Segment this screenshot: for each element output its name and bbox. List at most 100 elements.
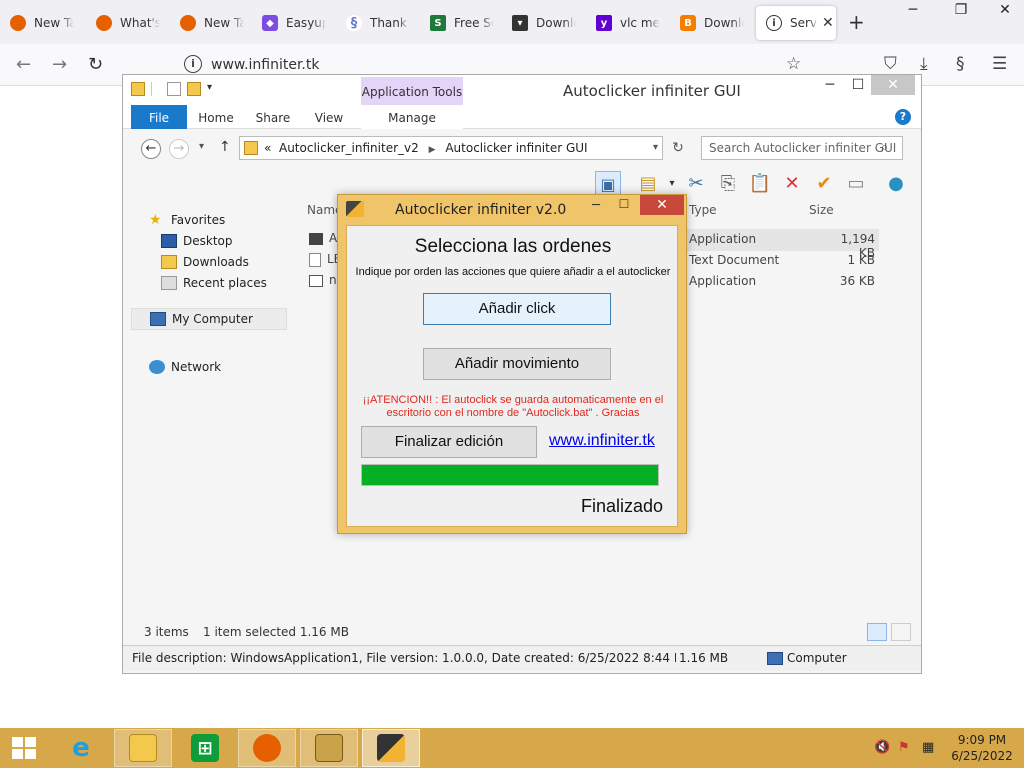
tab-home[interactable]: Home bbox=[195, 105, 237, 129]
checkmark-icon[interactable]: ✔ bbox=[811, 171, 837, 197]
action-center-icon[interactable]: ⚑ bbox=[898, 740, 910, 755]
new-folder-icon[interactable] bbox=[187, 82, 201, 96]
column-type[interactable]: Type bbox=[689, 203, 717, 217]
rename-icon[interactable]: ▭ bbox=[843, 171, 869, 197]
tab-view[interactable]: View bbox=[311, 105, 347, 129]
chevron-right-icon[interactable]: ▶ bbox=[429, 145, 436, 155]
extensions-icon[interactable]: § bbox=[956, 54, 965, 74]
browser-tab-active[interactable]: i Server ✕ bbox=[756, 6, 836, 40]
file-size: 1 KB bbox=[847, 253, 875, 267]
address-bar[interactable]: « Autoclicker_infiniter_v2 ▶ Autoclicker… bbox=[239, 136, 663, 160]
tab-label: New Tab bbox=[34, 16, 74, 30]
folder-icon[interactable] bbox=[131, 82, 145, 96]
search-input[interactable]: Search Autoclicker infiniter GUI bbox=[701, 136, 903, 160]
nav-desktop[interactable]: Desktop bbox=[161, 234, 233, 248]
url-bar[interactable]: www.infiniter.tk bbox=[211, 57, 319, 73]
column-size[interactable]: Size bbox=[809, 203, 834, 217]
menu-icon[interactable]: ☰ bbox=[992, 54, 1007, 74]
browser-tab[interactable]: ▾ Download bbox=[502, 6, 586, 40]
nav-favorites[interactable]: ★ Favorites bbox=[149, 213, 225, 227]
paste-icon[interactable]: 📋 bbox=[747, 171, 773, 197]
add-click-button[interactable]: Añadir click bbox=[423, 293, 611, 325]
windows-logo-pane bbox=[12, 749, 23, 759]
new-tab-icon[interactable]: + bbox=[848, 10, 865, 34]
table-row[interactable]: A bbox=[309, 231, 337, 245]
back-icon[interactable]: ← bbox=[141, 139, 161, 159]
bookmark-star-icon[interactable]: ☆ bbox=[786, 54, 801, 74]
volume-muted-icon[interactable]: 🔇 bbox=[874, 740, 890, 755]
reload-icon[interactable]: ↻ bbox=[88, 54, 103, 75]
pocket-icon[interactable]: ⛉ bbox=[884, 54, 897, 74]
taskbar-file-explorer[interactable] bbox=[114, 729, 172, 767]
refresh-icon[interactable]: ↻ bbox=[667, 140, 689, 160]
copy-icon[interactable]: ⎘ bbox=[715, 171, 741, 197]
forward-icon[interactable]: → bbox=[52, 54, 67, 75]
tab-label: Easyupload bbox=[286, 16, 326, 30]
star-icon: ★ bbox=[149, 212, 162, 228]
browser-tab[interactable]: S Free Software bbox=[420, 6, 504, 40]
autoclicker-app-icon bbox=[346, 201, 364, 217]
help-icon[interactable]: ? bbox=[895, 109, 911, 125]
close-icon[interactable]: ✕ bbox=[871, 75, 915, 95]
breadcrumb-item[interactable]: Autoclicker infiniter GUI bbox=[445, 141, 587, 155]
tab-label: What's New bbox=[120, 16, 160, 30]
browser-tab[interactable]: B Download bbox=[670, 6, 754, 40]
back-icon[interactable]: ← bbox=[16, 54, 31, 75]
browser-tab[interactable]: What's New bbox=[86, 6, 170, 40]
nav-downloads[interactable]: Downloads bbox=[161, 255, 249, 269]
breadcrumb-item[interactable]: Autoclicker_infiniter_v2 bbox=[279, 141, 419, 155]
start-button[interactable] bbox=[12, 737, 36, 759]
finish-editing-button[interactable]: Finalizar edición bbox=[361, 426, 537, 458]
tab-label: New Tab bbox=[204, 16, 244, 30]
minimize-icon[interactable]: ─ bbox=[890, 0, 936, 22]
close-tab-icon[interactable]: ✕ bbox=[822, 15, 834, 31]
globe-icon[interactable]: ● bbox=[883, 171, 909, 197]
chevron-down-icon[interactable]: ▾ bbox=[207, 82, 212, 96]
minimize-icon[interactable]: ─ bbox=[815, 75, 845, 95]
downloads-icon[interactable]: ⤓ bbox=[920, 54, 928, 74]
details-view-icon[interactable] bbox=[867, 623, 887, 641]
chevron-down-icon[interactable]: ▾ bbox=[653, 137, 658, 159]
taskbar-internet-explorer[interactable]: e bbox=[52, 729, 110, 767]
clock-date: 6/25/2022 bbox=[951, 749, 1013, 763]
search-icon[interactable]: ⌕ bbox=[881, 140, 888, 155]
file-size: 36 KB bbox=[839, 274, 875, 288]
large-icons-view-icon[interactable] bbox=[891, 623, 911, 641]
browser-tab[interactable]: New Tab bbox=[0, 6, 86, 40]
properties-icon[interactable] bbox=[167, 82, 181, 96]
browser-tab[interactable]: y vlc media player bbox=[586, 6, 670, 40]
table-row[interactable]: ni bbox=[309, 273, 340, 287]
selection-info: 1 item selected 1.16 MB bbox=[203, 625, 349, 639]
tab-manage[interactable]: Manage bbox=[361, 105, 463, 129]
add-movement-button[interactable]: Añadir movimiento bbox=[423, 348, 611, 380]
website-link[interactable]: www.infiniter.tk bbox=[549, 432, 655, 450]
nav-my-computer[interactable]: My Computer bbox=[131, 308, 287, 330]
recent-locations-icon[interactable]: ▾ bbox=[199, 141, 204, 152]
maximize-icon[interactable]: ☐ bbox=[843, 75, 873, 95]
taskbar-autoclicker[interactable] bbox=[362, 729, 420, 767]
network-icon bbox=[149, 360, 165, 374]
taskbar-clock[interactable]: 9:09 PM 6/25/2022 bbox=[950, 732, 1014, 764]
network-status-icon[interactable]: ▦ bbox=[922, 740, 934, 755]
taskbar-archive-app[interactable] bbox=[300, 729, 358, 767]
tab-file[interactable]: File bbox=[131, 105, 187, 129]
tab-share[interactable]: Share bbox=[253, 105, 293, 129]
firefox-icon bbox=[10, 15, 26, 31]
browser-tab[interactable]: New Tab bbox=[170, 6, 254, 40]
restore-icon[interactable]: ❐ bbox=[938, 0, 984, 22]
close-icon[interactable]: ✕ bbox=[640, 195, 684, 215]
delete-icon[interactable]: ✕ bbox=[779, 171, 805, 197]
close-window-icon[interactable]: ✕ bbox=[982, 0, 1024, 22]
nav-network[interactable]: Network bbox=[149, 360, 221, 374]
taskbar-firefox[interactable] bbox=[238, 729, 296, 767]
forward-icon[interactable]: → bbox=[169, 139, 189, 159]
status-label: Finalizado bbox=[581, 496, 664, 516]
browser-tab[interactable]: § Thank You bbox=[336, 6, 420, 40]
minimize-icon[interactable]: ─ bbox=[586, 198, 606, 213]
up-icon[interactable]: ↑ bbox=[219, 139, 231, 155]
browser-tab[interactable]: ◆ Easyupload bbox=[252, 6, 336, 40]
site-info-icon[interactable]: i bbox=[184, 55, 202, 73]
maximize-icon[interactable]: ☐ bbox=[614, 197, 634, 211]
taskbar-store[interactable]: ⊞ bbox=[176, 729, 234, 767]
nav-recent-places[interactable]: Recent places bbox=[161, 276, 267, 290]
